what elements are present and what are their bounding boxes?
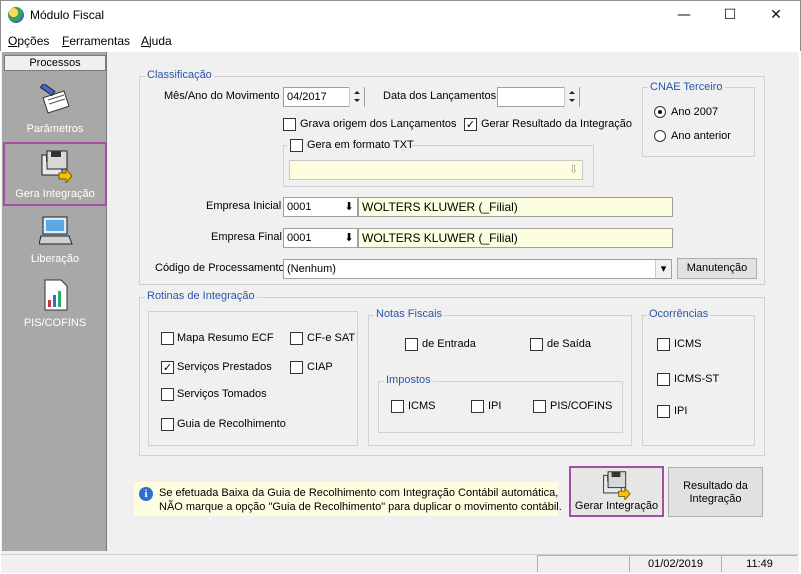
document-chart-icon	[44, 279, 68, 311]
grava-origem-label: Grava origem dos Lançamentos	[300, 118, 457, 130]
manutencao-button[interactable]: Manutenção	[677, 258, 757, 279]
resultado-label-line2: Integração	[689, 493, 742, 505]
info-icon: i	[139, 487, 153, 501]
sidebar-item-label: PIS/COFINS	[23, 317, 87, 329]
sidebar-item-liberacao[interactable]: Liberação	[4, 210, 106, 272]
ocorrencia-icms-label: ICMS	[674, 338, 702, 350]
cnae-title: CNAE Terceiro	[648, 81, 725, 93]
nf-entrada-label: de Entrada	[422, 338, 476, 350]
status-cell-empty	[537, 555, 629, 572]
chevron-down-icon[interactable]: ▾	[655, 260, 671, 278]
notas-fiscais-title: Notas Fiscais	[374, 308, 445, 320]
sidebar-item-pis-cofins[interactable]: PIS/COFINS	[4, 274, 106, 336]
servicos-tomados-label: Serviços Tomados	[177, 388, 267, 400]
mapa-resumo-ecf-label: Mapa Resumo ECF	[177, 332, 274, 344]
ocorrencia-icms-checkbox[interactable]	[657, 338, 670, 351]
info-text-line1: Se efetuada Baixa da Guia de Recolhiment…	[159, 487, 559, 499]
nf-saida-checkbox[interactable]	[530, 338, 543, 351]
parameters-icon	[39, 84, 70, 114]
imposto-ipi-label: IPI	[488, 400, 502, 412]
ocorrencia-ipi-label: IPI	[674, 405, 688, 417]
ciap-checkbox[interactable]	[290, 361, 303, 374]
window-title: Módulo Fiscal	[30, 8, 105, 22]
servicos-prestados-label: Serviços Prestados	[177, 361, 272, 373]
sidebar-item-label: Liberação	[30, 253, 80, 265]
menu-ajuda[interactable]: Ajuda	[141, 34, 172, 48]
imposto-icms-label: ICMS	[408, 400, 436, 412]
gera-txt-checkbox[interactable]	[290, 139, 303, 152]
menu-ferramentas[interactable]: Ferramentas	[62, 34, 130, 48]
ocorrencia-ipi-checkbox[interactable]	[657, 405, 670, 418]
servicos-prestados-checkbox[interactable]: ✓	[161, 361, 174, 374]
classificacao-title: Classificação	[145, 69, 214, 81]
ocorrencia-icms-st-label: ICMS-ST	[674, 373, 720, 385]
ano-2007-radio[interactable]	[654, 106, 666, 118]
status-date: 01/02/2019	[629, 555, 721, 572]
sidebar-item-label: Parâmetros	[26, 123, 84, 135]
imposto-ipi-checkbox[interactable]	[471, 400, 484, 413]
minimize-button[interactable]: —	[661, 0, 707, 30]
nf-entrada-checkbox[interactable]	[405, 338, 418, 351]
guia-recolhimento-checkbox[interactable]	[161, 418, 174, 431]
floppy-integration-icon	[41, 150, 73, 183]
imposto-pis-cofins-checkbox[interactable]	[533, 400, 546, 413]
app-icon	[8, 7, 24, 23]
sidebar-item-label: Gera Integração	[15, 188, 95, 200]
ano-2007-label: Ano 2007	[671, 106, 719, 118]
mes-ano-label: Mês/Ano do Movimento	[164, 90, 280, 102]
empresa-inicial-lookup-icon[interactable]: ⬇	[341, 198, 357, 216]
guia-recolhimento-label: Guia de Recolhimento	[177, 418, 286, 430]
mapa-resumo-ecf-checkbox[interactable]	[161, 332, 174, 345]
ocorrencias-title: Ocorrências	[647, 308, 711, 320]
floppy-integration-icon	[603, 471, 631, 500]
ano-anterior-radio[interactable]	[654, 130, 666, 142]
gera-txt-label: Gera em formato TXT	[307, 139, 414, 151]
cfe-sat-label: CF-e SAT	[307, 332, 356, 344]
codigo-processamento-select[interactable]: (Nenhum)	[283, 259, 672, 279]
ano-anterior-label: Ano anterior	[671, 130, 731, 142]
mes-ano-spinner[interactable]	[349, 87, 364, 107]
gera-txt-path-input[interactable]	[289, 160, 583, 180]
maximize-button[interactable]: ☐	[707, 0, 753, 30]
empresa-final-lookup-icon[interactable]: ⬇	[341, 229, 357, 247]
rotinas-title: Rotinas de Integração	[145, 290, 257, 302]
imposto-icms-checkbox[interactable]	[391, 400, 404, 413]
menu-opcoes[interactable]: Opções	[8, 34, 49, 48]
cfe-sat-checkbox[interactable]	[290, 332, 303, 345]
browse-arrow-icon[interactable]: ⇩	[565, 161, 582, 179]
empresa-final-label: Empresa Final	[211, 231, 282, 243]
gerar-integracao-label: Gerar Integração	[574, 500, 659, 512]
cnae-group	[642, 87, 755, 157]
info-text-line2: NÃO marque a opção "Guia de Recolhimento…	[159, 501, 562, 513]
sidebar-item-gera-integracao[interactable]: Gera Integração	[3, 142, 107, 206]
sidebar-header: Processos	[4, 55, 106, 71]
gerar-resultado-label: Gerar Resultado da Integração	[481, 118, 633, 130]
servicos-tomados-checkbox[interactable]	[161, 388, 174, 401]
data-lancamentos-label: Data dos Lançamentos	[383, 90, 497, 102]
ocorrencia-icms-st-checkbox[interactable]	[657, 373, 670, 386]
gerar-resultado-checkbox[interactable]: ✓	[464, 118, 477, 131]
sidebar-item-parametros[interactable]: Parâmetros	[4, 80, 106, 142]
resultado-label-line1: Resultado da	[683, 480, 748, 492]
resultado-integracao-button[interactable]: Resultado da Integração	[668, 467, 763, 517]
empresa-final-name: WOLTERS KLUWER (_Filial)	[358, 228, 673, 248]
empresa-inicial-label: Empresa Inicial	[206, 200, 282, 212]
impostos-title: Impostos	[384, 374, 433, 386]
imposto-pis-cofins-label: PIS/COFINS	[550, 400, 613, 412]
close-button[interactable]: ✕	[753, 0, 799, 30]
grava-origem-checkbox[interactable]	[283, 118, 296, 131]
status-time: 11:49	[721, 555, 797, 572]
data-lancamentos-spinner[interactable]	[564, 87, 579, 107]
computer-release-icon	[39, 216, 73, 245]
gerar-integracao-button[interactable]: Gerar Integração	[569, 466, 664, 517]
nf-saida-label: de Saída	[547, 338, 592, 350]
empresa-inicial-name: WOLTERS KLUWER (_Filial)	[358, 197, 673, 217]
ciap-label: CIAP	[307, 361, 333, 373]
codigo-processamento-label: Código de Processamento	[155, 262, 285, 274]
